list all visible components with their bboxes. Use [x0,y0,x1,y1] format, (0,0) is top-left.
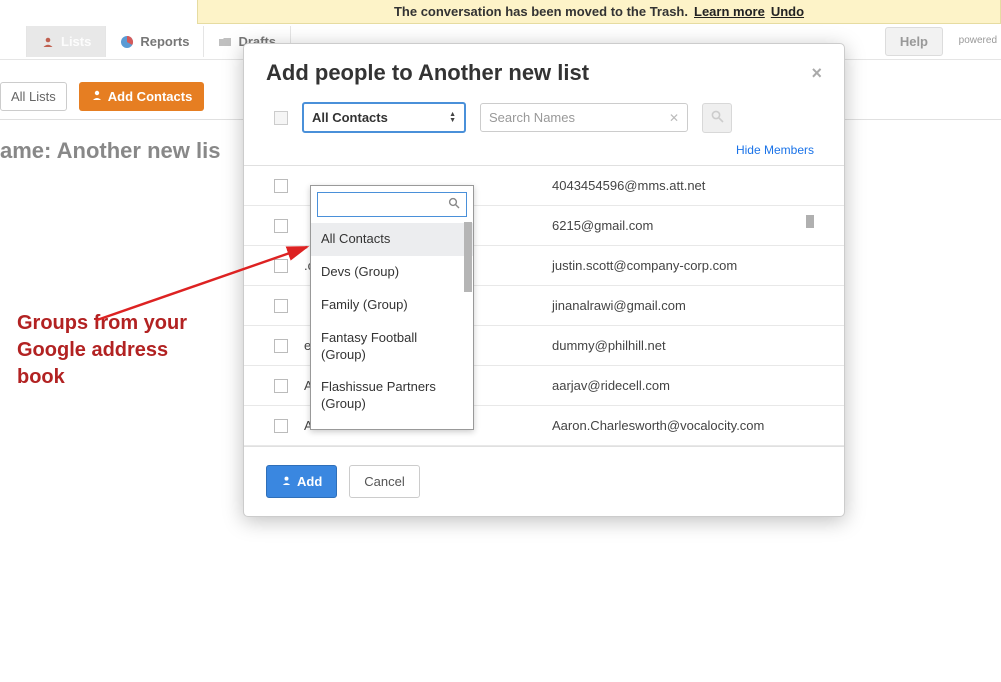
piechart-icon [120,35,134,49]
contact-email: dummy@philhill.net [552,338,814,353]
select-value: All Contacts [312,110,388,125]
caret-updown-icon: ▲▼ [449,112,456,124]
person-add-icon [91,89,103,104]
row-checkbox[interactable] [274,259,288,273]
button-label: Add [297,474,322,489]
modal-title: Add people to Another new list [266,60,589,86]
annotation-text: Groups from your Google address book [17,310,217,391]
hide-members-link[interactable]: Hide Members [244,133,844,165]
row-checkbox[interactable] [274,299,288,313]
group-select[interactable]: All Contacts ▲▼ [302,102,466,133]
scrollbar-thumb[interactable] [464,222,472,292]
folder-icon [218,35,232,49]
group-dropdown: All Contacts Devs (Group) Family (Group)… [310,185,474,430]
help-button[interactable]: Help [885,27,943,56]
all-lists-button[interactable]: All Lists [0,82,67,111]
notification-message: The conversation has been moved to the T… [394,4,688,19]
dropdown-item-flashissue-team[interactable]: Flashissue Team [311,421,473,429]
row-checkbox[interactable] [274,419,288,433]
dropdown-search-input[interactable] [324,198,434,212]
dropdown-item-devs[interactable]: Devs (Group) [311,256,473,289]
modal-header: Add people to Another new list × [244,44,844,102]
contact-email: jinanalrawi@gmail.com [552,298,814,313]
contact-email: 6215@gmail.com [552,218,814,233]
modal-toolbar: All Contacts ▲▼ Search Names ✕ [244,102,844,133]
close-icon[interactable]: × [811,63,822,84]
search-names-input[interactable]: Search Names ✕ [480,103,688,132]
dropdown-item-all-contacts[interactable]: All Contacts [311,223,473,256]
person-icon [41,35,55,49]
undo-link[interactable]: Undo [771,4,804,19]
select-all-checkbox[interactable] [274,111,288,125]
dropdown-item-family[interactable]: Family (Group) [311,289,473,322]
tab-lists[interactable]: Lists [26,26,106,57]
tab-label: Lists [61,34,91,49]
search-icon [711,110,724,126]
add-button[interactable]: Add [266,465,337,498]
row-checkbox[interactable] [274,379,288,393]
notification-bar: The conversation has been moved to the T… [197,0,1001,24]
search-icon [448,197,460,212]
dropdown-item-flashissue-partners[interactable]: Flashissue Partners (Group) [311,371,473,421]
add-people-modal: Add people to Another new list × All Con… [243,43,845,517]
contact-email: aarjav@ridecell.com [552,378,814,393]
modal-footer: Add Cancel [244,446,844,516]
learn-more-link[interactable]: Learn more [694,4,765,19]
cancel-button[interactable]: Cancel [349,465,419,498]
row-checkbox[interactable] [274,219,288,233]
contact-email: Aaron.Charlesworth@vocalocity.com [552,418,814,433]
tab-label: Reports [140,34,189,49]
dropdown-list: All Contacts Devs (Group) Family (Group)… [311,223,473,429]
page-title: ame: Another new lis [0,138,220,164]
person-icon [281,474,292,489]
add-contacts-button[interactable]: Add Contacts [79,82,205,111]
dropdown-search[interactable] [317,192,467,217]
button-label: Add Contacts [108,89,193,104]
dropdown-item-fantasy-football[interactable]: Fantasy Football (Group) [311,322,473,372]
row-checkbox[interactable] [274,179,288,193]
contact-email: 4043454596@mms.att.net [552,178,814,193]
row-checkbox[interactable] [274,339,288,353]
contact-email: justin.scott@company-corp.com [552,258,814,273]
search-button[interactable] [702,103,732,133]
clear-search-icon[interactable]: ✕ [669,111,679,125]
tab-reports[interactable]: Reports [106,26,204,57]
search-placeholder: Search Names [489,110,575,125]
powered-label: powered [955,27,1001,54]
